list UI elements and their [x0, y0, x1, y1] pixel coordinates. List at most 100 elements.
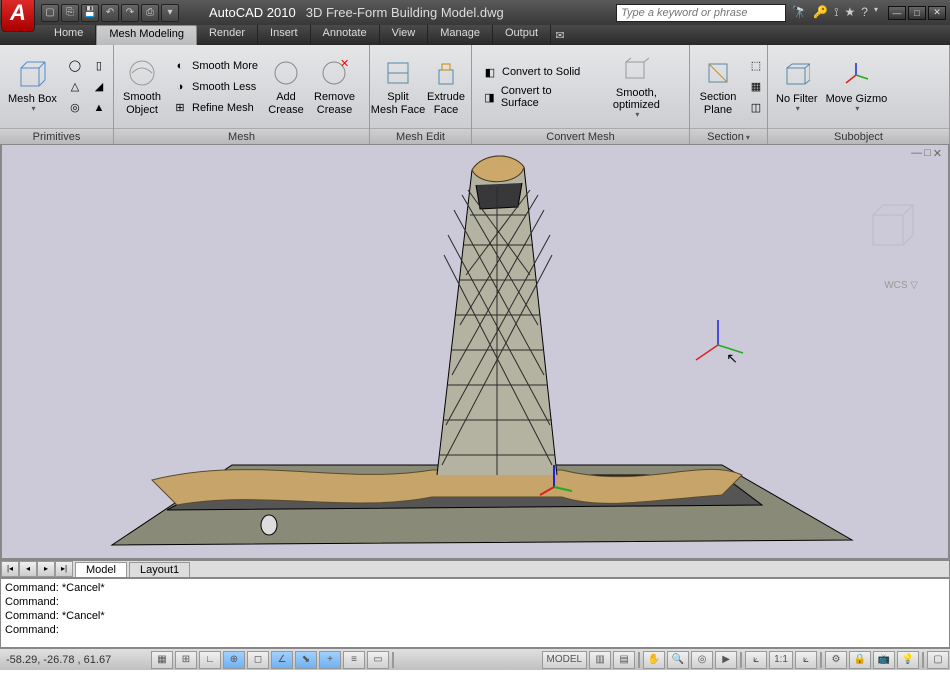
ortho-toggle[interactable]: ∟: [199, 651, 221, 669]
cube-icon: [16, 59, 48, 91]
key-icon[interactable]: 🔑: [813, 5, 828, 20]
remove-crease-button[interactable]: ✕ Remove Crease: [310, 55, 359, 117]
coordinates[interactable]: -58.29, -26.78 , 61.67: [0, 654, 150, 666]
cylinder-icon[interactable]: ▯: [89, 57, 109, 75]
section-jog-icon[interactable]: ⬚: [746, 57, 766, 75]
wheel-icon[interactable]: ◎: [691, 651, 713, 669]
tab-last-icon[interactable]: ▸|: [55, 561, 73, 577]
model-tab[interactable]: Model: [75, 562, 127, 577]
qat-redo-icon[interactable]: ↷: [121, 4, 139, 22]
tab-home[interactable]: Home: [42, 25, 96, 45]
workspace-icon[interactable]: ⚙: [825, 651, 847, 669]
move-gizmo-button[interactable]: Move Gizmo: [822, 57, 892, 116]
pyramid-icon[interactable]: ▲: [89, 99, 109, 117]
cmd-line: Command: *Cancel*: [5, 609, 945, 623]
smooth-less-button[interactable]: ◑Smooth Less: [170, 78, 262, 96]
object-isolation-icon[interactable]: 💡: [897, 651, 919, 669]
grid-toggle[interactable]: ⊞: [175, 651, 197, 669]
snap-toggle[interactable]: ▦: [151, 651, 173, 669]
osnap-toggle[interactable]: ◻: [247, 651, 269, 669]
section-icon: [702, 57, 734, 89]
split-mesh-face-button[interactable]: Split Mesh Face: [374, 55, 422, 117]
cone-icon[interactable]: △: [65, 78, 85, 96]
tab-annotate[interactable]: Annotate: [311, 25, 380, 45]
filter-icon: [781, 59, 813, 91]
showmotion-icon[interactable]: ▶: [715, 651, 737, 669]
qat-save-icon[interactable]: 💾: [81, 4, 99, 22]
cleanscreen-icon[interactable]: ▢: [927, 651, 949, 669]
cmd-line: Command:: [5, 623, 945, 637]
surface-icon: ◨: [482, 89, 497, 105]
extrude-face-button[interactable]: Extrude Face: [422, 55, 470, 117]
section-block-icon[interactable]: ◫: [746, 99, 766, 117]
section-plane-button[interactable]: Section Plane: [694, 55, 742, 117]
dropdown-icon[interactable]: ▾: [874, 5, 878, 20]
tab-extra-icon[interactable]: ✉: [551, 25, 569, 45]
extrude-icon: [430, 57, 462, 89]
tab-render[interactable]: Render: [197, 25, 258, 45]
convert-to-surface-button[interactable]: ◨Convert to Surface: [480, 84, 588, 110]
qat-new-icon[interactable]: ▢: [41, 4, 59, 22]
maximize-button[interactable]: □: [908, 6, 926, 20]
layout1-tab[interactable]: Layout1: [129, 562, 190, 577]
refine-icon: ⊞: [172, 100, 188, 116]
add-crease-button[interactable]: Add Crease: [262, 55, 310, 117]
section-live-icon[interactable]: ▦: [746, 78, 766, 96]
pan-icon[interactable]: ✋: [643, 651, 665, 669]
command-window[interactable]: Command: *Cancel* Command: Command: *Can…: [0, 578, 950, 648]
lwt-toggle[interactable]: ≡: [343, 651, 365, 669]
quickview-layouts-icon[interactable]: ▥: [589, 651, 611, 669]
toolbar-lock-icon[interactable]: 🔒: [849, 651, 871, 669]
tab-insert[interactable]: Insert: [258, 25, 311, 45]
app-menu-button[interactable]: A: [1, 0, 35, 32]
hardware-accel-icon[interactable]: 📺: [873, 651, 895, 669]
smooth-opt-icon: [620, 53, 652, 85]
star-icon[interactable]: ★: [845, 5, 856, 20]
panel-section-title[interactable]: Section: [690, 128, 767, 144]
tab-prev-icon[interactable]: ◂: [19, 561, 37, 577]
ducs-toggle[interactable]: ⬊: [295, 651, 317, 669]
qat-print-icon[interactable]: ⎙: [141, 4, 159, 22]
wedge-icon[interactable]: ◢: [89, 78, 109, 96]
scale-button[interactable]: 1:1: [769, 651, 793, 669]
cmd-line: Command:: [5, 595, 945, 609]
tab-view[interactable]: View: [380, 25, 429, 45]
model-space-button[interactable]: MODEL: [542, 651, 588, 669]
tab-mesh-modeling[interactable]: Mesh Modeling: [96, 25, 197, 45]
tab-next-icon[interactable]: ▸: [37, 561, 55, 577]
no-filter-button[interactable]: No Filter: [772, 57, 822, 116]
close-button[interactable]: ✕: [928, 6, 946, 20]
file-name: 3D Free-Form Building Model.dwg: [306, 5, 504, 20]
meshbox-button[interactable]: Mesh Box: [4, 57, 61, 116]
otrack-toggle[interactable]: ∠: [271, 651, 293, 669]
qat-open-icon[interactable]: ⎘: [61, 4, 79, 22]
quickview-drawings-icon[interactable]: ▤: [613, 651, 635, 669]
help-icon[interactable]: ?: [861, 5, 868, 20]
layout-tabs: |◂ ◂ ▸ ▸| Model Layout1: [0, 560, 950, 578]
viewport[interactable]: — □ ✕ WCS ▽ ↖: [0, 145, 950, 560]
search-input[interactable]: [616, 4, 786, 22]
tab-first-icon[interactable]: |◂: [1, 561, 19, 577]
refine-mesh-button[interactable]: ⊞Refine Mesh: [170, 99, 262, 117]
app-title: AutoCAD 2010: [209, 5, 296, 20]
zoom-icon[interactable]: 🔍: [667, 651, 689, 669]
qat-dropdown-icon[interactable]: ▾: [161, 4, 179, 22]
qat-undo-icon[interactable]: ↶: [101, 4, 119, 22]
binoculars-icon[interactable]: 🔭: [792, 5, 807, 20]
tab-output[interactable]: Output: [493, 25, 551, 45]
sphere-icon[interactable]: ◯: [65, 57, 85, 75]
convert-to-solid-button[interactable]: ◧Convert to Solid: [480, 63, 588, 81]
smooth-optimized-button[interactable]: Smooth, optimized: [588, 51, 685, 122]
dyn-toggle[interactable]: +: [319, 651, 341, 669]
annovis-icon[interactable]: ⟀: [795, 651, 817, 669]
split-icon: [382, 57, 414, 89]
polar-toggle[interactable]: ⊕: [223, 651, 245, 669]
qp-toggle[interactable]: ▭: [367, 651, 389, 669]
minimize-button[interactable]: —: [888, 6, 906, 20]
annoscale-icon[interactable]: ⟀: [745, 651, 767, 669]
smooth-object-button[interactable]: Smooth Object: [118, 55, 166, 117]
satellite-icon[interactable]: ⟟: [834, 5, 838, 20]
torus-icon[interactable]: ◎: [65, 99, 85, 117]
smooth-more-button[interactable]: ◐Smooth More: [170, 57, 262, 75]
tab-manage[interactable]: Manage: [428, 25, 493, 45]
